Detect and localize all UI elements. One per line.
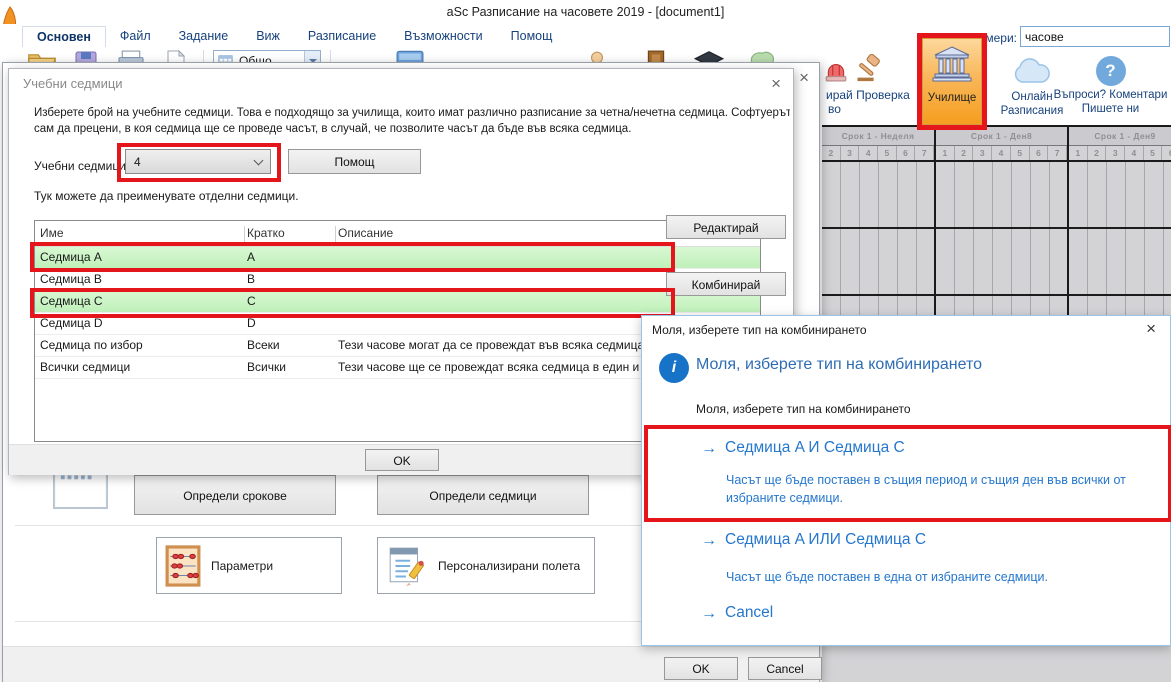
grid-period-number: 2 xyxy=(1088,146,1107,160)
option-or-link[interactable]: Седмица A ИЛИ Седмица C xyxy=(725,531,926,549)
grid-period-number: 6 xyxy=(1030,146,1049,160)
tab-zadanie[interactable]: Задание xyxy=(165,26,243,46)
table-header: Име Кратко Описание xyxy=(35,221,760,247)
ok-button[interactable]: OK xyxy=(664,657,738,680)
grid-period-number: 3 xyxy=(1106,146,1125,160)
tab-pomosht[interactable]: Помощ xyxy=(497,26,567,46)
grid-period-number: 4 xyxy=(992,146,1011,160)
grid-period-number: 6 xyxy=(897,146,916,160)
tab-vazmozhnosti[interactable]: Възможности xyxy=(390,26,496,46)
grid-period-number: 4 xyxy=(859,146,878,160)
questions-label-line2: Пишете ни xyxy=(1050,102,1171,116)
close-icon[interactable]: × xyxy=(1146,322,1156,336)
combine-type-dialog: Моля, изберете тип на комбинирането × i … xyxy=(641,315,1171,646)
question-mark-icon: ? xyxy=(1096,56,1126,86)
window-title: aSc Разписание на часовете 2019 - [docum… xyxy=(0,0,1171,24)
option-and-link[interactable]: Седмица A И Седмица C xyxy=(725,439,905,457)
grid-period-numbers: 123456 xyxy=(1069,146,1171,162)
arrow-right-icon: → xyxy=(701,532,717,550)
siren-icon[interactable] xyxy=(824,56,848,84)
dialog-title: Моля, изберете тип на комбинирането xyxy=(652,323,867,337)
info-icon: i xyxy=(659,353,689,383)
define-weeks-button[interactable]: Определи седмици xyxy=(377,475,589,515)
close-icon[interactable]: × xyxy=(771,77,781,91)
dialog-description: Изберете брой на учебните седмици. Това … xyxy=(34,105,790,137)
weeks-count-select[interactable]: 4 xyxy=(125,149,271,174)
parameters-button-label: Параметри xyxy=(211,559,273,573)
option-cancel-link[interactable]: Cancel xyxy=(725,604,773,622)
weeks-count-label: Учебни седмици: xyxy=(34,159,129,173)
school-dialog-footer: OK Cancel xyxy=(3,646,819,682)
grid-period-number: 7 xyxy=(915,146,934,160)
questions-label-line1: Въпроси? Коментари xyxy=(1050,88,1171,102)
find-input[interactable] xyxy=(1020,26,1170,47)
custom-fields-button[interactable]: Персонализирани полета xyxy=(377,537,595,594)
notepad-pencil-icon xyxy=(386,544,428,588)
toolbar-label-fragment: во xyxy=(828,102,841,116)
grid-period-number: 5 xyxy=(1011,146,1030,160)
dialog-heading: Моля, изберете тип на комбинирането xyxy=(696,356,982,374)
grid-period-number: 5 xyxy=(1144,146,1163,160)
tab-vizh[interactable]: Виж xyxy=(242,26,294,46)
grid-period-number: 1 xyxy=(936,146,955,160)
table-row[interactable]: Седмица C C xyxy=(35,291,760,313)
edit-button[interactable]: Редактирай xyxy=(666,215,786,239)
col-header-desc[interactable]: Описание xyxy=(338,226,393,240)
parameters-button[interactable]: Параметри xyxy=(156,537,342,594)
ok-button[interactable]: OK xyxy=(365,449,439,471)
toolbar-label-fragment: ирай Проверка xyxy=(826,88,910,102)
app-window: aSc Разписание на часовете 2019 - [docum… xyxy=(0,0,1171,682)
grid-period-number: 3 xyxy=(973,146,992,160)
grid-group-title: Срок 1 - Ден9 xyxy=(1069,127,1171,146)
dialog-title: Учебни седмици xyxy=(23,76,123,91)
gavel-check-icon[interactable] xyxy=(854,54,884,84)
grid-period-number: 2 xyxy=(822,146,841,160)
option-or-description: Часът ще бъде поставен в една от избрани… xyxy=(726,568,1156,586)
custom-fields-button-label: Персонализирани полета xyxy=(438,559,580,573)
grid-period-numbers: 1234567 xyxy=(936,146,1067,162)
cancel-button[interactable]: Cancel xyxy=(748,657,822,680)
grid-period-number: 2 xyxy=(955,146,974,160)
grid-period-number: 1 xyxy=(1069,146,1088,160)
cloud-icon xyxy=(1010,56,1054,86)
combine-button[interactable]: Комбинирай xyxy=(666,272,786,296)
abacus-icon xyxy=(165,544,201,588)
tab-osnoven[interactable]: Основен xyxy=(22,26,106,47)
grid-period-number: 6 xyxy=(1162,146,1171,160)
grid-period-number: 3 xyxy=(841,146,860,160)
questions-button[interactable]: ? Въпроси? Коментари Пишете ни xyxy=(1050,56,1171,116)
weeks-count-value: 4 xyxy=(134,155,141,169)
table-row[interactable]: Седмица A A xyxy=(35,247,760,269)
grid-period-number: 5 xyxy=(878,146,897,160)
tab-fail[interactable]: Файл xyxy=(106,26,165,46)
grid-period-number: 4 xyxy=(1125,146,1144,160)
table-row[interactable]: Седмица B B xyxy=(35,269,760,291)
grid-period-number: 7 xyxy=(1048,146,1067,160)
arrow-right-icon: → xyxy=(701,440,717,458)
rename-hint: Тук можете да преименувате отделни седми… xyxy=(34,189,299,203)
help-button[interactable]: Помощ xyxy=(288,149,421,174)
define-terms-button[interactable]: Определи срокове xyxy=(134,475,336,515)
option-and-description: Часът ще бъде поставен в същия период и … xyxy=(726,471,1126,507)
dialog-subtext: Моля, изберете тип на комбинирането xyxy=(696,402,911,416)
annotation-box-school xyxy=(917,33,987,130)
chevron-down-icon xyxy=(254,155,264,165)
col-header-name[interactable]: Име xyxy=(40,226,64,240)
tab-razpisanie[interactable]: Разписание xyxy=(294,26,390,46)
arrow-right-icon: → xyxy=(701,605,717,623)
grid-period-numbers: 234567 xyxy=(822,146,934,162)
col-header-short[interactable]: Кратко xyxy=(247,226,285,240)
close-icon[interactable]: × xyxy=(799,71,809,85)
